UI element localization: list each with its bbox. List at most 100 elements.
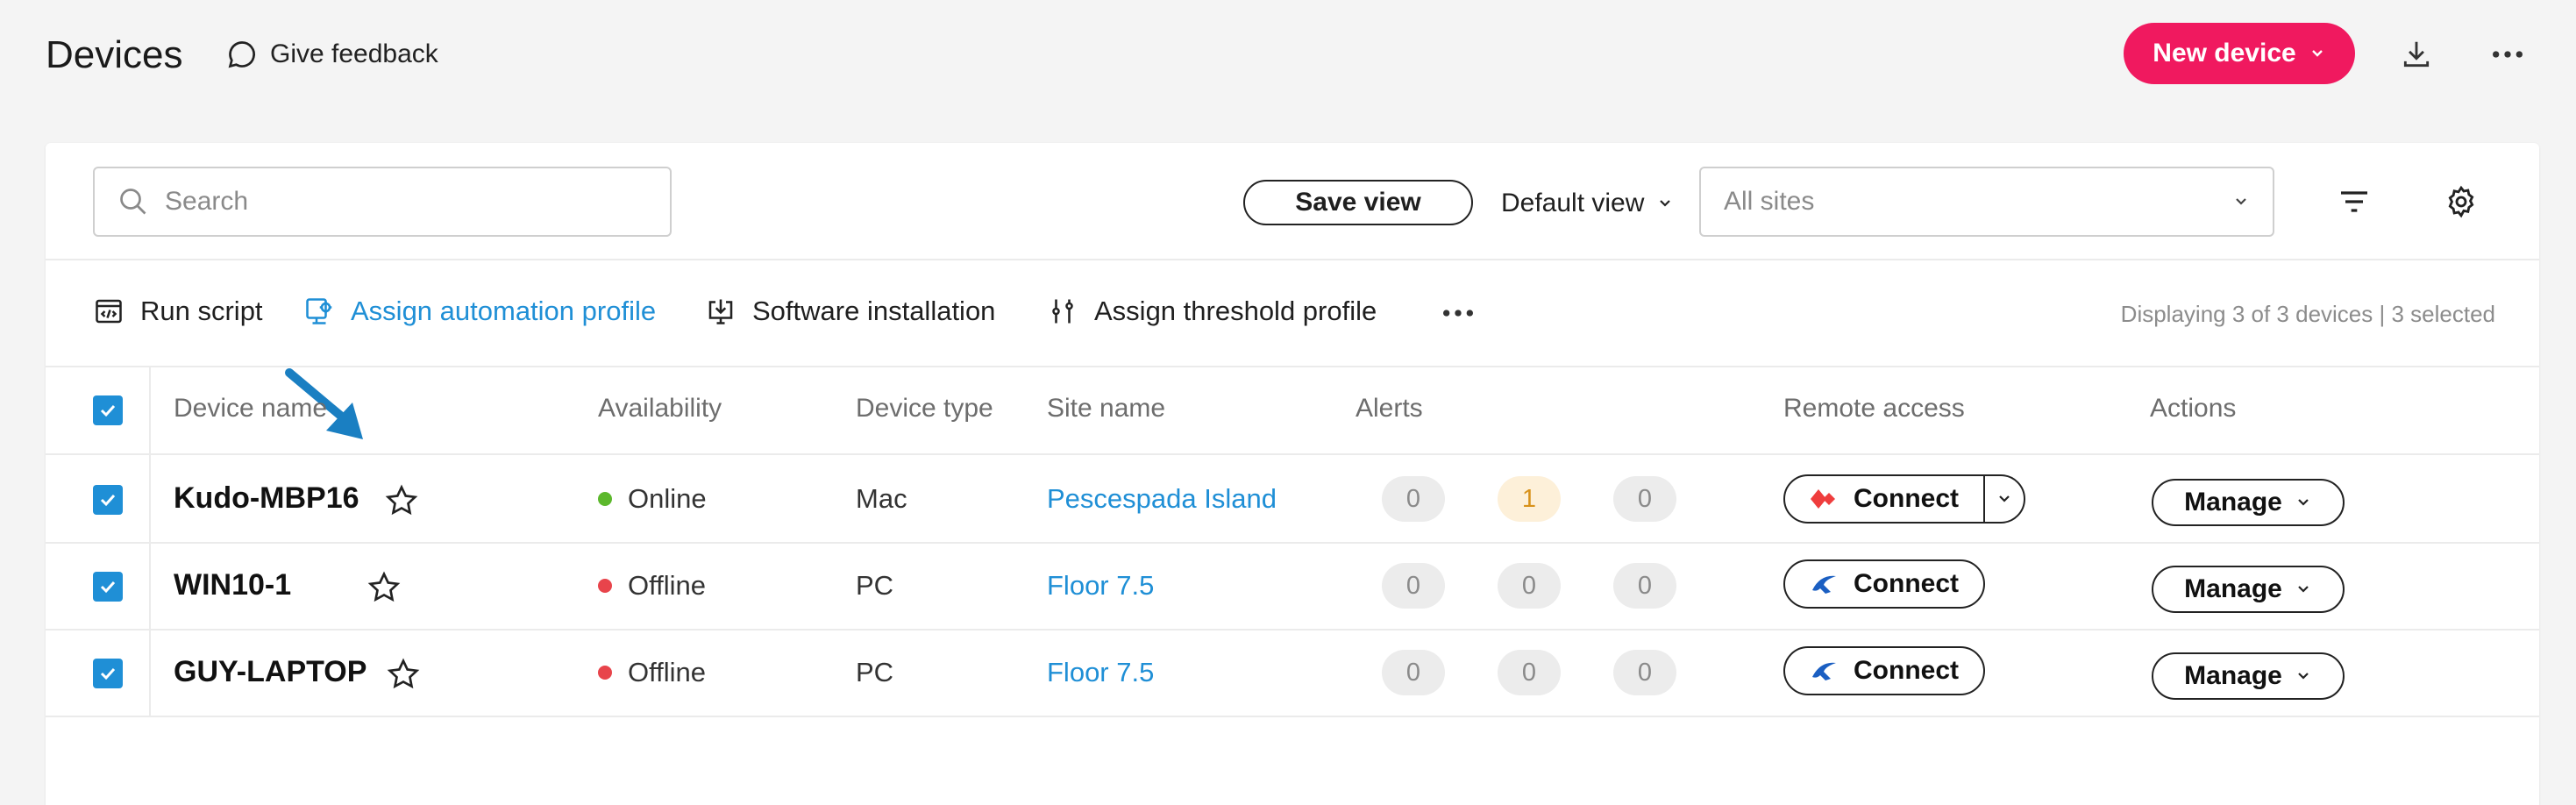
install-icon (708, 299, 733, 324)
select-all-checkbox[interactable] (93, 395, 123, 425)
more-options-icon[interactable] (2488, 35, 2527, 74)
software-installation-label: Software installation (752, 296, 996, 326)
assign-automation-profile-button[interactable]: Assign automation profile (303, 296, 656, 327)
connect-split-button[interactable]: Connect (1783, 474, 2025, 524)
sites-select[interactable]: All sites (1699, 167, 2274, 237)
connect-button[interactable]: Connect (1783, 646, 1985, 695)
manage-button[interactable]: Manage (2152, 566, 2345, 613)
row-checkbox[interactable] (93, 485, 123, 515)
alert-count[interactable]: 0 (1498, 563, 1561, 609)
availability-status: Online (628, 483, 707, 514)
view-selector[interactable]: Default view (1475, 182, 1674, 225)
filter-bar: Save view Default view All sites (46, 143, 2539, 260)
view-selector-label: Default view (1501, 189, 1645, 217)
new-device-label: New device (2153, 39, 2296, 68)
automation-profile-icon (306, 298, 332, 324)
manage-label: Manage (2184, 661, 2282, 690)
manage-button[interactable]: Manage (2152, 479, 2345, 526)
devices-card: Save view Default view All sites Run scr… (46, 143, 2539, 805)
new-device-button[interactable]: New device (2124, 23, 2355, 84)
connect-label: Connect (1854, 656, 1959, 685)
availability-status: Offline (628, 657, 707, 687)
filter-icon[interactable] (2332, 180, 2376, 224)
table-header: Device name Availability Device type Sit… (46, 367, 2539, 455)
software-installation-button[interactable]: Software installation (705, 296, 995, 327)
column-actions: Actions (2150, 394, 2237, 423)
row-checkbox[interactable] (93, 572, 123, 602)
manage-label: Manage (2184, 488, 2282, 516)
page-title: Devices (46, 33, 183, 76)
connect-button-main[interactable]: Connect (1785, 648, 1983, 694)
site-link[interactable]: Floor 7.5 (1047, 570, 1154, 602)
manage-button[interactable]: Manage (2152, 652, 2345, 700)
site-link[interactable]: Pescespada Island (1047, 483, 1277, 515)
assign-automation-profile-label: Assign automation profile (351, 296, 657, 326)
give-feedback-label: Give feedback (270, 39, 438, 68)
table-row[interactable]: Kudo-MBP16 Online Mac Pescespada Island … (46, 457, 2539, 544)
chevron-down-icon (1660, 200, 1671, 207)
column-remote-access[interactable]: Remote access (1783, 394, 1965, 424)
alert-count[interactable]: 0 (1382, 563, 1445, 609)
connect-button[interactable]: Connect (1785, 476, 1983, 522)
alert-count[interactable]: 0 (1498, 650, 1561, 695)
availability-status: Offline (628, 570, 707, 601)
search-input[interactable] (165, 187, 656, 217)
search-icon (120, 189, 146, 215)
bulk-action-bar: Run script Assign automation profile Sof… (46, 260, 2539, 367)
device-type: Mac (856, 483, 907, 514)
chevron-down-icon (1999, 495, 2010, 502)
search-box[interactable] (93, 167, 672, 237)
alert-count[interactable]: 0 (1613, 476, 1676, 522)
connect-label: Connect (1854, 484, 1959, 513)
alert-count[interactable]: 1 (1498, 476, 1561, 522)
connect-button[interactable]: Connect (1783, 559, 1985, 609)
speech-bubble-icon (228, 41, 255, 68)
column-alerts[interactable]: Alerts (1356, 394, 1423, 424)
download-icon[interactable] (2397, 35, 2436, 74)
threshold-sliders-icon (1052, 299, 1073, 324)
save-view-button[interactable]: Save view (1243, 180, 1473, 225)
chevron-down-icon (2298, 586, 2309, 593)
more-actions-icon[interactable] (1436, 296, 1480, 331)
row-checkbox[interactable] (93, 659, 123, 688)
connect-label: Connect (1854, 569, 1959, 598)
site-link[interactable]: Floor 7.5 (1047, 657, 1154, 688)
availability-cell: Offline (598, 657, 706, 688)
device-name[interactable]: Kudo-MBP16 (174, 481, 359, 516)
star-icon[interactable] (386, 657, 421, 692)
selection-summary: Displaying 3 of 3 devices | 3 selected (2120, 301, 2495, 327)
connect-options-dropdown[interactable] (1983, 476, 2024, 522)
device-type: PC (856, 570, 894, 601)
table-row[interactable]: WIN10-1 Offline PC Floor 7.5 0 0 0 Conne… (46, 544, 2539, 630)
alert-count[interactable]: 0 (1613, 563, 1676, 609)
alert-count[interactable]: 0 (1382, 476, 1445, 522)
column-site-name[interactable]: Site name (1047, 394, 1165, 424)
run-script-button[interactable]: Run script (93, 296, 263, 327)
anydesk-icon (1811, 489, 1835, 509)
availability-cell: Offline (598, 570, 706, 602)
device-type: PC (856, 657, 894, 687)
alert-count[interactable]: 0 (1613, 650, 1676, 695)
device-name[interactable]: GUY-LAPTOP (174, 655, 366, 689)
device-name[interactable]: WIN10-1 (174, 568, 291, 602)
splashtop-icon (1812, 662, 1836, 680)
run-script-label: Run script (140, 296, 263, 326)
star-icon[interactable] (384, 483, 419, 518)
assign-threshold-profile-button[interactable]: Assign threshold profile (1047, 296, 1377, 327)
chevron-down-icon (2236, 198, 2246, 205)
star-icon[interactable] (366, 570, 402, 605)
chevron-down-icon (2311, 50, 2323, 57)
gear-icon[interactable] (2439, 180, 2483, 224)
column-device-name[interactable]: Device name (174, 394, 327, 424)
status-dot (598, 492, 612, 506)
table-row[interactable]: GUY-LAPTOP Offline PC Floor 7.5 0 0 0 Co… (46, 630, 2539, 717)
script-icon (96, 299, 122, 324)
sites-select-label: All sites (1724, 187, 1815, 216)
column-device-type[interactable]: Device type (856, 394, 993, 424)
top-bar: Devices Give feedback New device (0, 0, 2576, 114)
column-availability[interactable]: Availability (598, 394, 722, 424)
connect-button-main[interactable]: Connect (1785, 561, 1983, 607)
give-feedback-button[interactable]: Give feedback (226, 39, 438, 70)
splashtop-icon (1812, 575, 1836, 594)
alert-count[interactable]: 0 (1382, 650, 1445, 695)
